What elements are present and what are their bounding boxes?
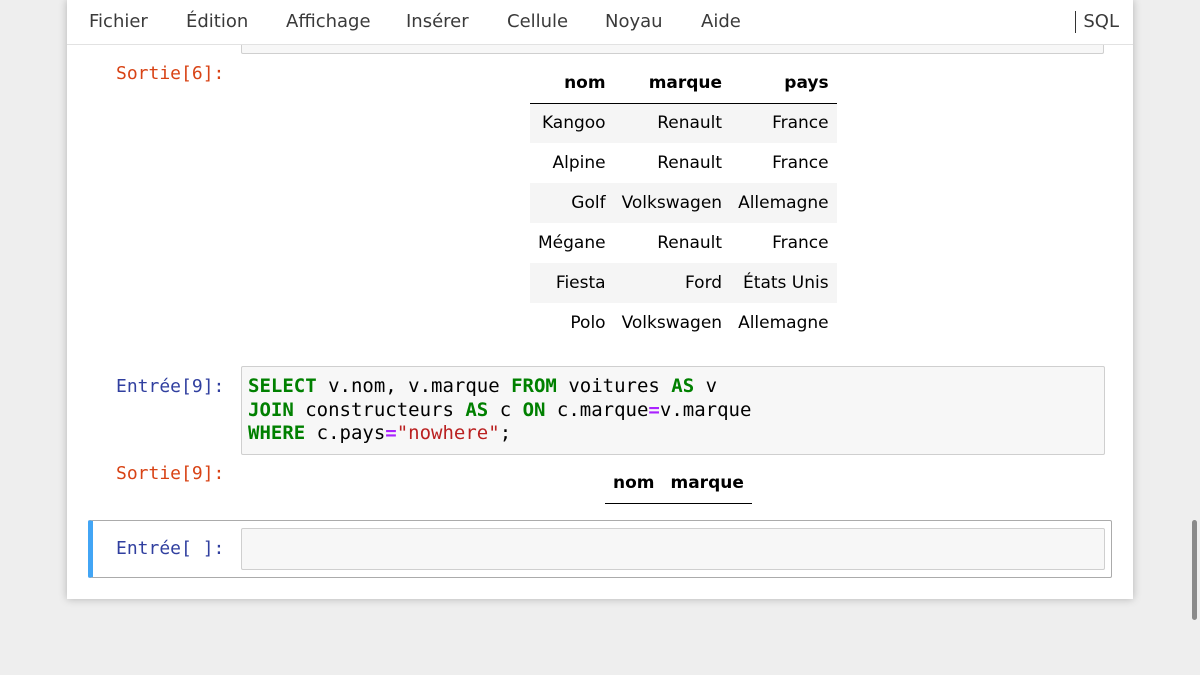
- code-text: voitures: [556, 375, 672, 397]
- code-text: v.marque: [659, 398, 752, 421]
- sql-keyword: SELECT: [248, 375, 317, 397]
- column-header: nom: [605, 463, 663, 504]
- output-table-6: nom marque pays Kangoo Renault France Al…: [530, 63, 837, 343]
- code-editor-9[interactable]: SELECT v.nom, v.marque FROM voitures AS …: [241, 366, 1105, 455]
- table-cell: Renault: [657, 153, 723, 173]
- column-header: marque: [613, 63, 731, 104]
- table-cell: Renault: [657, 233, 723, 253]
- menu-help[interactable]: Aide: [701, 11, 741, 33]
- column-header: nom: [530, 63, 614, 104]
- sql-keyword: ON: [522, 398, 546, 421]
- code-text: c.pays: [305, 422, 386, 444]
- code-text: c.marque: [545, 398, 649, 421]
- menu-insert[interactable]: Insérer: [406, 11, 469, 33]
- table-cell: Renault: [613, 103, 731, 143]
- output-prompt-9: Sortie[9]:: [116, 463, 225, 484]
- menu-edit[interactable]: Édition: [186, 11, 248, 33]
- scrollbar-thumb[interactable]: [1192, 520, 1197, 620]
- table-row: Polo Volkswagen Allemagne: [530, 303, 837, 343]
- table-row: Mégane Renault France: [530, 223, 837, 263]
- table-cell: Ford: [613, 263, 731, 303]
- input-prompt-empty: Entrée[ ]:: [116, 538, 225, 559]
- column-header: marque: [662, 463, 752, 504]
- sql-keyword: AS: [671, 375, 695, 397]
- table-cell: Kangoo: [530, 103, 614, 143]
- table-cell: Alpine: [552, 153, 606, 173]
- code-text: constructeurs: [293, 398, 466, 421]
- sql-operator: =: [385, 422, 397, 444]
- table-cell: France: [772, 233, 829, 253]
- code-text: c: [488, 398, 523, 421]
- table-cell: États Unis: [730, 263, 837, 303]
- menu-cell[interactable]: Cellule: [507, 11, 568, 33]
- sql-operator: =: [648, 398, 660, 421]
- menu-file[interactable]: Fichier: [89, 11, 148, 33]
- sql-keyword: FROM: [511, 375, 557, 397]
- code-text: v.nom, v.marque: [316, 375, 512, 397]
- table-cell: Mégane: [538, 233, 606, 253]
- table-cell: Fiesta: [530, 263, 614, 303]
- table-header-row: nom marque pays: [530, 63, 837, 104]
- table-header-row: nom marque: [605, 463, 752, 504]
- table-cell: Allemagne: [738, 313, 829, 333]
- table-cell: Volkswagen: [621, 313, 723, 333]
- menu-bar: Fichier Édition Affichage Insérer Cellul…: [67, 0, 1133, 45]
- table-cell: Allemagne: [730, 183, 837, 223]
- code-text: ;: [499, 422, 512, 444]
- table-row: Alpine Renault France: [530, 143, 837, 183]
- kernel-indicator: SQL: [1075, 11, 1119, 33]
- sql-keyword: AS: [465, 398, 489, 421]
- table-cell: Polo: [570, 313, 606, 333]
- empty-code-editor[interactable]: [241, 528, 1105, 570]
- sql-string: "nowhere": [396, 422, 500, 444]
- column-header: pays: [730, 63, 837, 104]
- table-cell: Volkswagen: [613, 183, 731, 223]
- sql-keyword: WHERE: [248, 422, 306, 444]
- sql-keyword: JOIN: [248, 398, 294, 421]
- table-cell: France: [772, 153, 829, 173]
- code-text: v: [694, 375, 718, 397]
- menu-kernel[interactable]: Noyau: [605, 11, 663, 33]
- output-prompt-6: Sortie[6]:: [116, 63, 225, 84]
- table-cell: Golf: [530, 183, 614, 223]
- table-row: Golf Volkswagen Allemagne: [530, 183, 837, 223]
- table-row: Fiesta Ford États Unis: [530, 263, 837, 303]
- table-row: Kangoo Renault France: [530, 103, 837, 143]
- input-prompt-9: Entrée[9]:: [116, 376, 225, 397]
- menu-view[interactable]: Affichage: [286, 11, 371, 33]
- table-cell: France: [730, 103, 837, 143]
- output-table-9: nom marque: [605, 463, 752, 504]
